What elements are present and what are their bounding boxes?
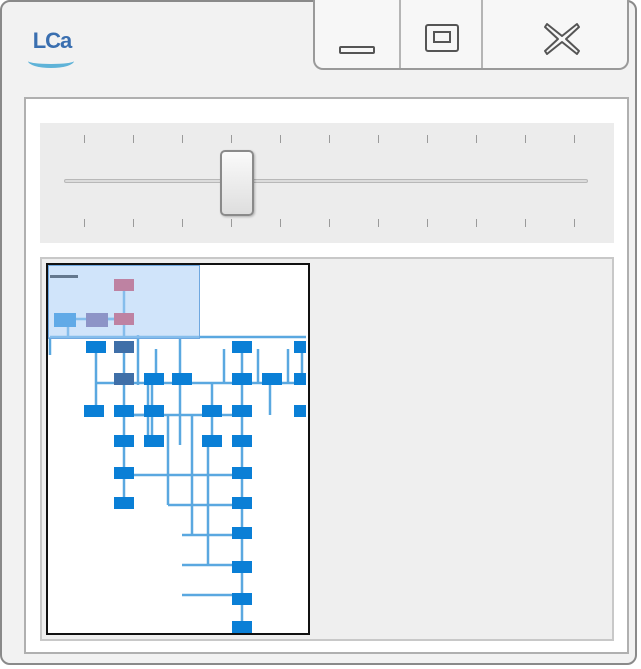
slider-tick bbox=[280, 135, 281, 143]
graph-node bbox=[202, 435, 222, 447]
graph-node bbox=[84, 405, 104, 417]
slider-tick bbox=[133, 135, 134, 143]
title-bar[interactable]: LCa bbox=[2, 0, 635, 87]
slider-track[interactable] bbox=[64, 179, 588, 183]
slider-tick bbox=[231, 219, 232, 227]
viewport-rectangle[interactable] bbox=[48, 265, 200, 339]
slider-tick bbox=[182, 219, 183, 227]
slider-tick bbox=[378, 219, 379, 227]
graph-node bbox=[114, 373, 134, 385]
graph-node bbox=[232, 561, 252, 573]
slider-tick bbox=[525, 219, 526, 227]
slider-tick bbox=[84, 135, 85, 143]
maximize-icon bbox=[425, 24, 459, 52]
window-controls bbox=[313, 0, 629, 70]
slider-tick bbox=[329, 219, 330, 227]
slider-tick bbox=[84, 219, 85, 227]
slider-tick bbox=[378, 135, 379, 143]
slider-tick bbox=[574, 219, 575, 227]
slider-tick bbox=[525, 135, 526, 143]
graph-node bbox=[262, 373, 282, 385]
close-icon bbox=[544, 23, 580, 55]
slider-tick bbox=[476, 135, 477, 143]
maximize-button[interactable] bbox=[401, 0, 483, 68]
slider-tick bbox=[280, 219, 281, 227]
graph-node bbox=[232, 405, 252, 417]
graph-node bbox=[232, 527, 252, 539]
graph-node bbox=[114, 341, 134, 353]
close-button[interactable] bbox=[483, 0, 627, 68]
slider-tick bbox=[476, 219, 477, 227]
slider-thumb[interactable] bbox=[219, 150, 254, 216]
graph-node bbox=[294, 341, 306, 353]
graph-node bbox=[232, 435, 252, 447]
app-logo-text: LCa bbox=[32, 28, 73, 53]
slider-tick bbox=[427, 219, 428, 227]
graph-node bbox=[294, 405, 306, 417]
graph-node bbox=[294, 373, 306, 385]
graph-node bbox=[232, 497, 252, 509]
slider-tick bbox=[182, 135, 183, 143]
preview-panel bbox=[40, 257, 614, 641]
graph-node bbox=[114, 497, 134, 509]
client-area bbox=[24, 97, 629, 654]
graph-node bbox=[232, 341, 252, 353]
graph-node bbox=[232, 621, 252, 633]
graph-node bbox=[232, 593, 252, 605]
graph-node bbox=[114, 435, 134, 447]
lca-logo-icon: LCa bbox=[24, 28, 80, 70]
graph-node bbox=[144, 373, 164, 385]
graph-node bbox=[202, 405, 222, 417]
graph-node bbox=[144, 435, 164, 447]
graph-node bbox=[144, 405, 164, 417]
graph-node bbox=[232, 373, 252, 385]
minimize-icon bbox=[339, 46, 375, 54]
graph-node bbox=[232, 467, 252, 479]
slider-tick bbox=[329, 135, 330, 143]
graph-node bbox=[86, 341, 106, 353]
slider-tick bbox=[574, 135, 575, 143]
logo-swoosh bbox=[28, 54, 74, 68]
graph-node bbox=[114, 467, 134, 479]
graph-overview[interactable] bbox=[46, 263, 310, 635]
app-window: LCa bbox=[0, 0, 637, 665]
slider-tick bbox=[133, 219, 134, 227]
graph-node bbox=[114, 405, 134, 417]
graph-node bbox=[172, 373, 192, 385]
slider-tick bbox=[427, 135, 428, 143]
zoom-slider[interactable] bbox=[40, 123, 614, 243]
slider-tick bbox=[231, 135, 232, 143]
minimize-button[interactable] bbox=[315, 0, 401, 68]
